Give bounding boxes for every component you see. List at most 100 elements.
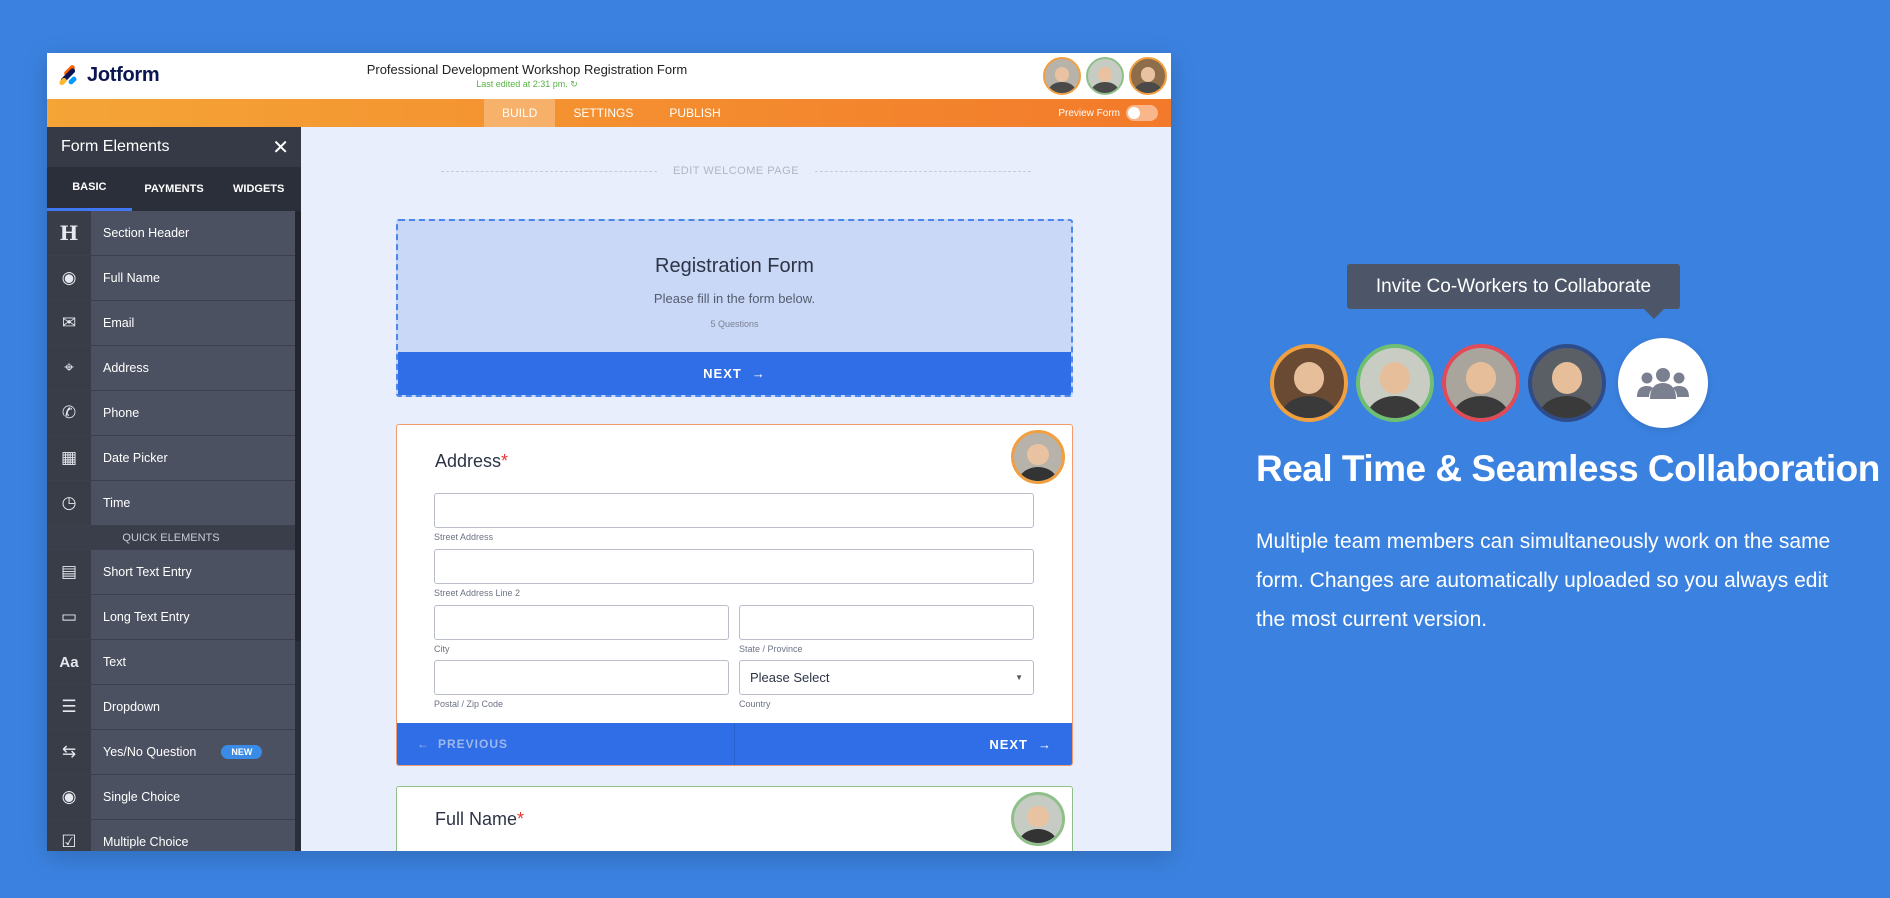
- avatar[interactable]: [1011, 792, 1065, 846]
- builder-tab-bar: BUILD SETTINGS PUBLISH Preview Form: [47, 99, 1171, 127]
- jotform-logo[interactable]: Jotform: [57, 63, 160, 87]
- street-address-input[interactable]: [434, 493, 1034, 528]
- zip-input[interactable]: [434, 660, 729, 695]
- sidebar-item-text[interactable]: Aa Text: [47, 640, 295, 685]
- sidebar-item-address[interactable]: ⌖ Address: [47, 346, 295, 391]
- street-address-line2-input[interactable]: [434, 549, 1034, 584]
- preview-form-control: Preview Form: [1058, 99, 1158, 127]
- jotform-logo-icon: [57, 63, 79, 87]
- sidebar-item-section-header[interactable]: H Section Header: [47, 211, 295, 256]
- state-sublabel: State / Province: [739, 644, 803, 654]
- form-title[interactable]: Professional Development Workshop Regist…: [327, 62, 727, 77]
- last-edited-status: Last edited at 2:31 pm. ↻: [476, 79, 578, 89]
- sidebar-item-phone[interactable]: ✆ Phone: [47, 391, 295, 436]
- full-name-label: Full Name*: [435, 809, 524, 830]
- preview-form-label: Preview Form: [1058, 107, 1120, 119]
- registration-subtitle: Please fill in the form below.: [653, 291, 816, 306]
- sidebar-item-label: Email: [91, 301, 295, 345]
- arrow-right-icon: →: [1038, 736, 1052, 752]
- sidebar-item-label: Address: [91, 346, 295, 390]
- group-users-icon: [1637, 368, 1689, 399]
- tab-publish[interactable]: PUBLISH: [651, 99, 738, 127]
- address-question-card[interactable]: Address* Street Address Street Address L…: [396, 424, 1073, 766]
- previous-button[interactable]: ← PREVIOUS: [397, 723, 735, 765]
- long-text-icon: ▭: [47, 595, 91, 639]
- welcome-card[interactable]: Registration Form Please fill in the for…: [396, 219, 1073, 397]
- welcome-next-button[interactable]: NEXT →: [398, 352, 1071, 395]
- next-label: NEXT: [989, 736, 1028, 752]
- city-sublabel: City: [434, 644, 450, 654]
- address-label: Address*: [435, 451, 508, 472]
- address-nav-bar: ← PREVIOUS NEXT →: [397, 723, 1072, 765]
- sidebar-item-label: Section Header: [91, 211, 295, 255]
- sidebar-element-list: H Section Header ◉ Full Name ✉ Email ⌖ A…: [47, 211, 295, 851]
- required-mark: *: [501, 451, 509, 471]
- full-name-label-text: Full Name: [435, 809, 518, 829]
- promo-title: Real Time & Seamless Collaboration: [1256, 448, 1880, 489]
- tab-payments[interactable]: PAYMENTS: [132, 167, 217, 211]
- sidebar-item-single-choice[interactable]: ◉ Single Choice: [47, 775, 295, 820]
- tab-build[interactable]: BUILD: [484, 99, 556, 127]
- invite-tooltip: Invite Co-Workers to Collaborate: [1347, 264, 1680, 319]
- sidebar-item-full-name[interactable]: ◉ Full Name: [47, 256, 295, 301]
- sidebar-title: Form Elements: [61, 138, 170, 155]
- preview-form-toggle[interactable]: [1126, 105, 1158, 121]
- app-window: Jotform Professional Development Worksho…: [47, 53, 1171, 851]
- sidebar-item-date-picker[interactable]: ▦ Date Picker: [47, 436, 295, 481]
- question-count: 5 Questions: [710, 319, 759, 329]
- sidebar-tabs: BASIC PAYMENTS WIDGETS: [47, 167, 301, 211]
- tab-basic[interactable]: BASIC: [47, 167, 132, 211]
- sidebar-item-long-text-entry[interactable]: ▭ Long Text Entry: [47, 595, 295, 640]
- sidebar-item-label: Time: [91, 481, 295, 525]
- edit-welcome-page-label: EDIT WELCOME PAGE: [672, 165, 800, 177]
- clock-icon: ◷: [47, 481, 91, 525]
- sidebar-item-multiple-choice[interactable]: ☑ Multiple Choice: [47, 820, 295, 851]
- sidebar-item-label: Date Picker: [91, 436, 295, 480]
- logo-text: Jotform: [87, 64, 160, 86]
- country-select[interactable]: Please Select ▼: [739, 660, 1034, 695]
- sidebar-item-dropdown[interactable]: ☰ Dropdown: [47, 685, 295, 730]
- collaborator-row: [1270, 338, 1708, 428]
- quick-elements-heading: QUICK ELEMENTS: [47, 526, 295, 550]
- yes-no-icon: ⇆: [47, 730, 91, 774]
- edit-welcome-page[interactable]: EDIT WELCOME PAGE: [441, 165, 1031, 177]
- sidebar-item-label: Full Name: [91, 256, 295, 300]
- required-mark: *: [517, 809, 525, 829]
- invite-group-button[interactable]: [1618, 338, 1708, 428]
- sidebar-item-label: Multiple Choice: [91, 820, 295, 851]
- checkbox-icon: ☑: [47, 820, 91, 851]
- dropdown-icon: ☰: [47, 685, 91, 729]
- heading-icon: H: [47, 211, 91, 255]
- full-name-question-card[interactable]: Full Name*: [396, 786, 1073, 851]
- city-input[interactable]: [434, 605, 729, 640]
- map-pin-icon: ⌖: [47, 346, 91, 390]
- caret-down-icon: ▼: [1015, 673, 1023, 682]
- next-button[interactable]: NEXT →: [735, 723, 1072, 765]
- tab-settings[interactable]: SETTINGS: [555, 99, 651, 127]
- state-input[interactable]: [739, 605, 1034, 640]
- builder-tabs: BUILD SETTINGS PUBLISH: [484, 99, 739, 127]
- form-elements-sidebar: Form Elements ✕ BASIC PAYMENTS WIDGETS H…: [47, 127, 301, 851]
- sidebar-item-yes-no-question[interactable]: ⇆ Yes/No Question NEW: [47, 730, 295, 775]
- avatar[interactable]: [1086, 57, 1124, 95]
- sidebar-item-short-text-entry[interactable]: ▤ Short Text Entry: [47, 550, 295, 595]
- street-address-sublabel: Street Address: [434, 532, 494, 542]
- collaborator-avatars: [1043, 57, 1167, 95]
- street-address-line2-sublabel: Street Address Line 2: [434, 588, 521, 598]
- form-title-area: Professional Development Workshop Regist…: [327, 62, 727, 90]
- country-sublabel: Country: [739, 699, 771, 709]
- divider: [815, 170, 1031, 172]
- sidebar-item-label: Dropdown: [91, 685, 295, 729]
- sidebar-item-time[interactable]: ◷ Time: [47, 481, 295, 526]
- avatar[interactable]: [1043, 57, 1081, 95]
- sidebar-item-label: Long Text Entry: [91, 595, 295, 639]
- form-canvas: EDIT WELCOME PAGE Registration Form Plea…: [301, 127, 1171, 851]
- sidebar-item-label: Phone: [91, 391, 295, 435]
- sidebar-item-email[interactable]: ✉ Email: [47, 301, 295, 346]
- avatar[interactable]: [1011, 430, 1065, 484]
- close-icon[interactable]: ✕: [272, 135, 289, 160]
- envelope-icon: ✉: [47, 301, 91, 345]
- tab-widgets[interactable]: WIDGETS: [216, 167, 301, 211]
- avatar: [1270, 344, 1348, 422]
- avatar[interactable]: [1129, 57, 1167, 95]
